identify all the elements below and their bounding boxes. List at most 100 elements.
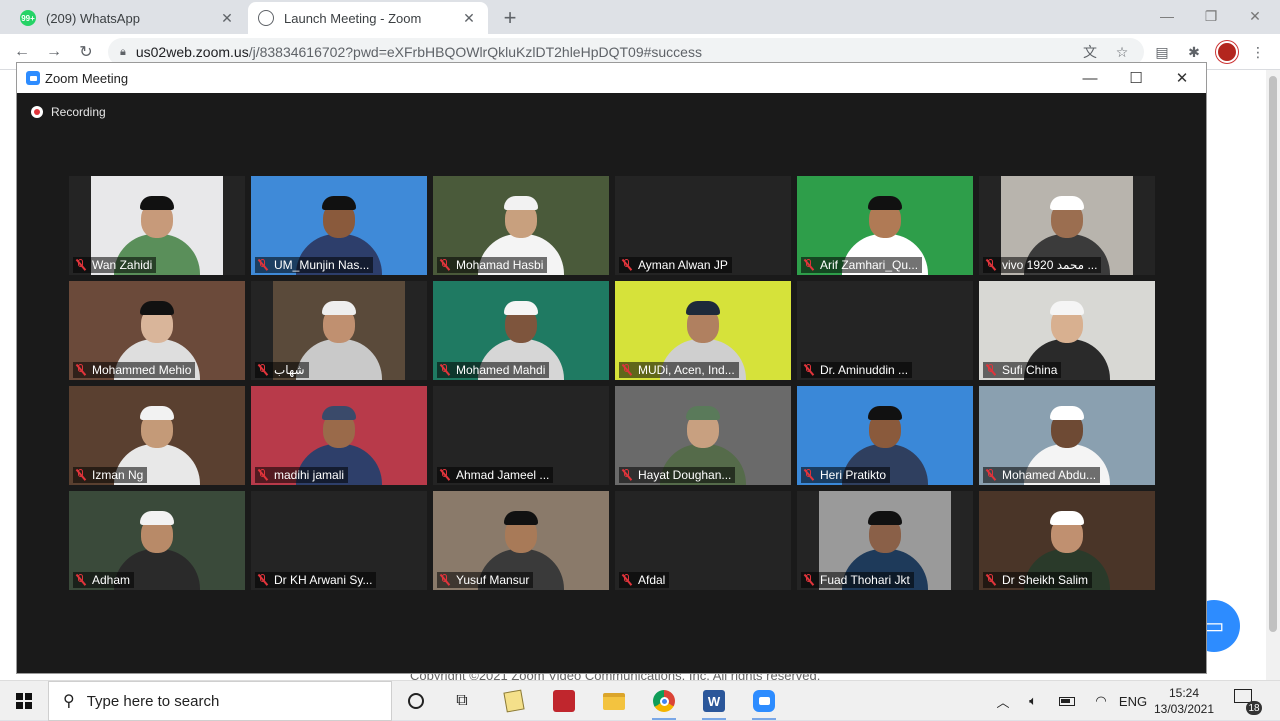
- participant-nameplate: Mohamed Abdu...: [983, 467, 1101, 483]
- participant-tile[interactable]: Ayman Alwan JP: [615, 176, 791, 275]
- battery-icon[interactable]: [1056, 681, 1078, 721]
- chrome-app-icon[interactable]: [644, 685, 684, 720]
- participant-tile[interactable]: Mohammed Mehio: [69, 281, 245, 380]
- zoom-minimize-icon[interactable]: —: [1067, 66, 1113, 90]
- participant-nameplate: Izman Ng: [73, 467, 148, 483]
- taskbar-search-input[interactable]: ⚲ Type here to search: [48, 681, 392, 721]
- taskbar-clock[interactable]: 15:24 13/03/2021: [1152, 685, 1216, 717]
- participant-tile[interactable]: madihi jamali: [251, 386, 427, 485]
- muted-microphone-icon: [75, 469, 87, 481]
- muted-microphone-icon: [439, 469, 451, 481]
- page-scrollbar[interactable]: [1266, 70, 1280, 680]
- participant-tile[interactable]: Mohamad Hasbi: [433, 176, 609, 275]
- file-explorer-icon[interactable]: [594, 685, 634, 717]
- muted-microphone-icon: [439, 364, 451, 376]
- participant-tile[interactable]: Ahmad Jameel ...: [433, 386, 609, 485]
- participant-tile[interactable]: Fuad Thohari Jkt: [797, 491, 973, 590]
- new-tab-button[interactable]: +: [498, 5, 522, 30]
- participant-nameplate: Afdal: [619, 572, 670, 588]
- muted-microphone-icon: [439, 259, 451, 271]
- extensions-puzzle-icon[interactable]: ✱: [1184, 42, 1204, 62]
- participant-nameplate: Hayat Doughan...: [619, 467, 736, 483]
- participant-name: Mohammed Mehio: [92, 363, 192, 377]
- participant-tile[interactable]: Adham: [69, 491, 245, 590]
- zoom-title-bar: Zoom Meeting — ☐ ✕: [17, 63, 1206, 93]
- start-button[interactable]: [0, 681, 48, 721]
- participant-tile[interactable]: Heri Pratikto: [797, 386, 973, 485]
- muted-microphone-icon: [75, 574, 87, 586]
- participant-name: Mohamad Hasbi: [456, 258, 544, 272]
- participant-name: vivo 1920 محمد ...: [1002, 258, 1098, 272]
- close-tab-icon[interactable]: ✕: [460, 9, 478, 27]
- reload-icon[interactable]: ↻: [74, 40, 98, 64]
- zoom-app-icon[interactable]: [744, 685, 784, 720]
- close-window-icon[interactable]: ✕: [1232, 4, 1278, 28]
- participant-tile[interactable]: Dr Sheikh Salim: [979, 491, 1155, 590]
- participant-tile[interactable]: Hayat Doughan...: [615, 386, 791, 485]
- translate-icon[interactable]: 文: [1080, 42, 1100, 62]
- recording-dot-icon: [31, 106, 43, 118]
- participant-nameplate: Arif Zamhari_Qu...: [801, 257, 923, 273]
- notepad-app-icon[interactable]: [494, 685, 534, 717]
- muted-microphone-icon: [803, 364, 815, 376]
- participant-tile[interactable]: Izman Ng: [69, 386, 245, 485]
- participant-nameplate: Dr KH Arwani Sy...: [255, 572, 377, 588]
- participant-name: Izman Ng: [92, 468, 144, 482]
- participant-name: Wan Zahidi: [92, 258, 153, 272]
- volume-icon[interactable]: 🔈︎: [1022, 681, 1044, 721]
- participant-name: Ayman Alwan JP: [638, 258, 728, 272]
- participant-tile[interactable]: شهاب: [251, 281, 427, 380]
- participant-tile[interactable]: Wan Zahidi: [69, 176, 245, 275]
- participant-nameplate: Wan Zahidi: [73, 257, 157, 273]
- restore-icon[interactable]: ❐: [1188, 4, 1234, 28]
- tab-whatsapp[interactable]: 99+ (209) WhatsApp ✕: [10, 2, 246, 34]
- tab-zoom[interactable]: Launch Meeting - Zoom ✕: [248, 2, 488, 34]
- muted-microphone-icon: [803, 574, 815, 586]
- participant-tile[interactable]: Mohamed Mahdi: [433, 281, 609, 380]
- notification-count-badge: 18: [1246, 701, 1262, 715]
- participant-tile[interactable]: Afdal: [615, 491, 791, 590]
- more-menu-icon[interactable]: ⋮: [1248, 42, 1268, 62]
- participant-nameplate: MUDi, Acen, Ind...: [619, 362, 739, 378]
- muted-microphone-icon: [985, 469, 997, 481]
- forward-arrow-icon[interactable]: →: [42, 40, 66, 64]
- windows-logo-icon: [16, 693, 32, 709]
- participant-nameplate: Yusuf Mansur: [437, 572, 534, 588]
- document-icon[interactable]: ▤: [1152, 42, 1172, 62]
- participant-name: madihi jamali: [274, 468, 345, 482]
- participant-tile[interactable]: UM_Munjin Nas...: [251, 176, 427, 275]
- task-view-icon[interactable]: ⧉: [442, 685, 482, 717]
- cortana-icon[interactable]: [396, 685, 436, 717]
- muted-microphone-icon: [439, 574, 451, 586]
- mendeley-app-icon[interactable]: [544, 685, 584, 717]
- participant-tile[interactable]: Yusuf Mansur: [433, 491, 609, 590]
- participant-tile[interactable]: Sufi China: [979, 281, 1155, 380]
- back-arrow-icon[interactable]: ←: [10, 40, 34, 64]
- muted-microphone-icon: [621, 259, 633, 271]
- zoom-close-icon[interactable]: ✕: [1159, 66, 1205, 90]
- muted-microphone-icon: [803, 259, 815, 271]
- participant-name: Dr. Aminuddin ...: [820, 363, 909, 377]
- participant-tile[interactable]: Dr KH Arwani Sy...: [251, 491, 427, 590]
- muted-microphone-icon: [985, 364, 997, 376]
- profile-avatar[interactable]: [1216, 41, 1238, 63]
- muted-microphone-icon: [257, 469, 269, 481]
- word-app-icon[interactable]: W: [694, 685, 734, 720]
- participant-tile[interactable]: MUDi, Acen, Ind...: [615, 281, 791, 380]
- wifi-icon[interactable]: ◠: [1090, 681, 1112, 721]
- participant-name: Dr KH Arwani Sy...: [274, 573, 373, 587]
- close-tab-icon[interactable]: ✕: [218, 9, 236, 27]
- url-host: us02web.zoom.us: [135, 44, 249, 60]
- minimize-icon[interactable]: —: [1144, 4, 1190, 28]
- participant-tile[interactable]: vivo 1920 محمد ...: [979, 176, 1155, 275]
- input-language-indicator[interactable]: ENG: [1118, 681, 1148, 721]
- participant-nameplate: Sufi China: [983, 362, 1062, 378]
- action-center-icon[interactable]: 18: [1234, 689, 1262, 715]
- scrollbar-thumb[interactable]: [1269, 76, 1277, 632]
- participant-tile[interactable]: Arif Zamhari_Qu...: [797, 176, 973, 275]
- participant-tile[interactable]: Mohamed Abdu...: [979, 386, 1155, 485]
- bookmark-star-icon[interactable]: ☆: [1112, 42, 1132, 62]
- participant-tile[interactable]: Dr. Aminuddin ...: [797, 281, 973, 380]
- zoom-maximize-icon[interactable]: ☐: [1113, 66, 1159, 90]
- show-hidden-icons-chevron-icon[interactable]: ︿: [994, 681, 1012, 721]
